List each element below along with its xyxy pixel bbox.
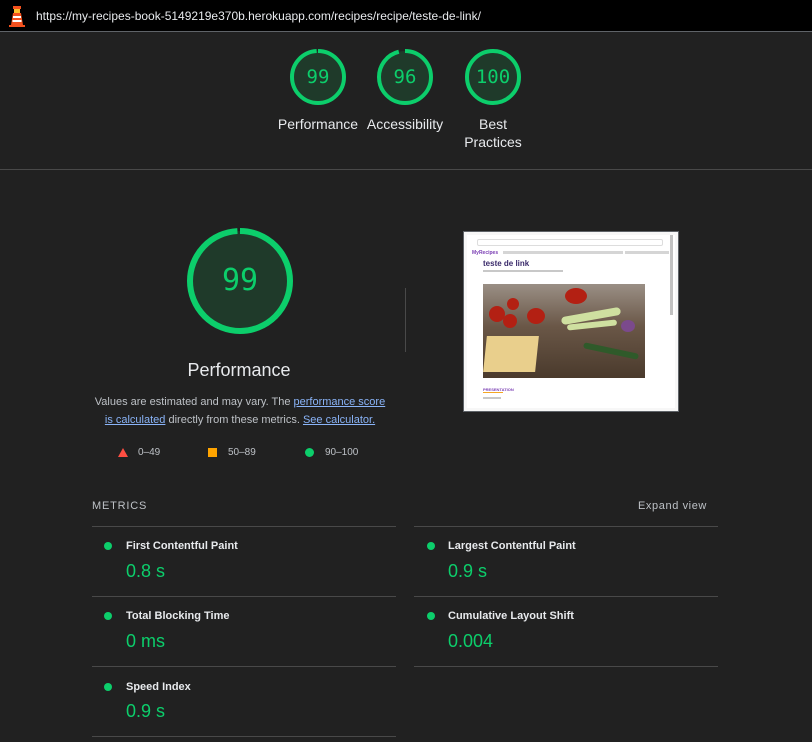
see-calculator-link[interactable]: See calculator. [303, 414, 375, 426]
url-bar: https://my-recipes-book-5149219e370b.her… [0, 0, 812, 32]
legend-label: 90–100 [325, 446, 359, 458]
metric-divider [92, 526, 396, 527]
thumb-section-text [483, 397, 501, 399]
gauge-accessibility[interactable]: 96 [375, 47, 435, 107]
metrics-header: METRICS [92, 500, 148, 512]
metric-value-tbt: 0 ms [126, 631, 166, 651]
performance-description: Values are estimated and may vary. The p… [90, 393, 390, 429]
fail-triangle-icon [118, 447, 128, 457]
thumb-scrollbar [670, 235, 673, 315]
performance-score: 99 [221, 263, 259, 298]
screenshot-page: MyRecipes teste de link PRESENTATION [467, 235, 675, 408]
thumb-byline [483, 270, 563, 272]
legend-label: 0–49 [138, 446, 161, 458]
gauge-best-practices[interactable]: 100 [463, 47, 523, 107]
pass-circle-icon [104, 683, 112, 691]
average-square-icon [208, 447, 217, 457]
lighthouse-logo-icon [9, 6, 25, 27]
metric-divider [414, 596, 718, 597]
pass-circle-icon [427, 542, 435, 550]
thumb-brand: MyRecipes [472, 250, 499, 256]
report-url[interactable]: https://my-recipes-book-5149219e370b.her… [36, 9, 481, 23]
thumb-recipe-title: teste de link [483, 259, 530, 268]
metric-divider [92, 666, 396, 667]
expand-view-button[interactable]: Expand view [638, 500, 707, 512]
thumb-nav [503, 251, 623, 254]
metric-name-tbt: Total Blocking Time [126, 610, 230, 622]
metric-name-fcp: First Contentful Paint [126, 540, 238, 552]
desc-text: directly from these metrics. [165, 414, 303, 426]
final-screenshot[interactable]: MyRecipes teste de link PRESENTATION [463, 231, 679, 412]
thumb-section-line [483, 392, 503, 393]
metric-value-fcp: 0.8 s [126, 561, 166, 581]
pass-circle-icon [427, 612, 435, 620]
performance-title: Performance [187, 360, 291, 380]
pass-circle-icon [305, 447, 314, 457]
pass-circle-icon [104, 542, 112, 550]
gauge-score: 96 [393, 66, 417, 88]
legend-average: 50–89 [208, 446, 256, 458]
gauge-label: Best Practices [464, 116, 522, 150]
metric-value-lcp: 0.9 s [448, 561, 488, 581]
metric-divider [92, 596, 396, 597]
gauge-label: Accessibility [366, 116, 444, 132]
thumb-search-bar [477, 239, 663, 246]
metric-divider [414, 526, 718, 527]
header-divider [0, 169, 812, 170]
gauge-score: 100 [475, 66, 511, 88]
gauge-score: 99 [306, 66, 330, 88]
metric-value-cls: 0.004 [448, 631, 494, 651]
thumb-recipe-image [483, 284, 645, 378]
metric-divider [414, 666, 718, 667]
metric-name-lcp: Largest Contentful Paint [448, 540, 576, 552]
metric-name-si: Speed Index [126, 681, 191, 693]
performance-gauge: 99 [185, 226, 295, 336]
metric-name-cls: Cumulative Layout Shift [448, 610, 574, 622]
metric-divider [92, 736, 396, 737]
gauge-label: Performance [277, 116, 359, 132]
vertical-divider [405, 288, 406, 352]
gauge-performance[interactable]: 99 [288, 47, 348, 107]
metric-value-si: 0.9 s [126, 701, 166, 721]
legend-pass: 90–100 [305, 446, 358, 458]
legend-fail: 0–49 [118, 446, 160, 458]
thumb-nav-right [625, 251, 669, 254]
desc-text: Values are estimated and may vary. The [94, 396, 294, 408]
pass-circle-icon [104, 612, 112, 620]
legend-label: 50–89 [228, 446, 256, 458]
